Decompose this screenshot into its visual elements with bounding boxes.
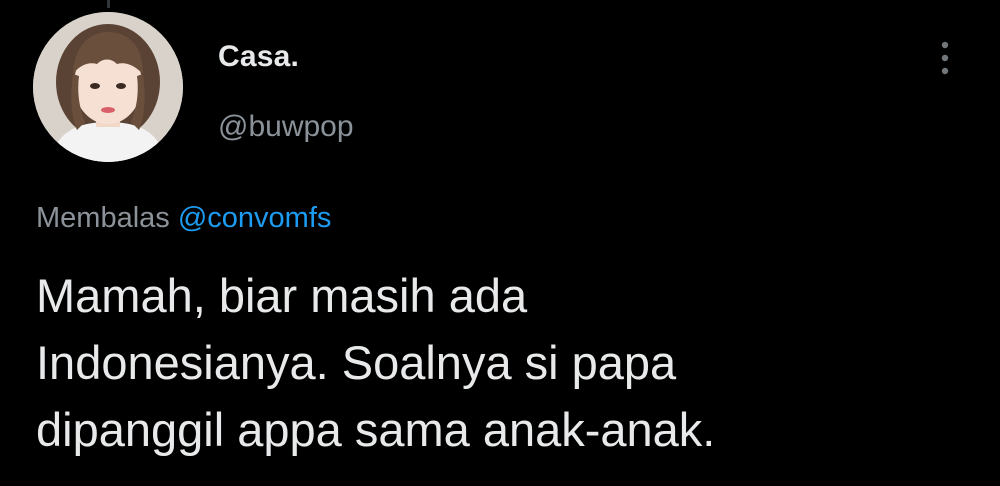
reply-prefix: Membalas [36,202,170,234]
tweet-text: Mamah, biar masih ada Indonesianya. Soal… [36,269,716,456]
profile-photo-icon [33,12,183,162]
thread-connector-line [107,0,110,8]
reply-context: Membalas @convomfs [36,202,331,235]
author-handle[interactable]: @buwpop [218,110,354,144]
reply-mention-link[interactable]: @convomfs [178,202,332,234]
author-display-name[interactable]: Casa. [218,40,299,74]
more-options-button[interactable] [928,36,962,80]
more-vertical-icon [941,41,949,75]
avatar[interactable] [33,12,183,162]
